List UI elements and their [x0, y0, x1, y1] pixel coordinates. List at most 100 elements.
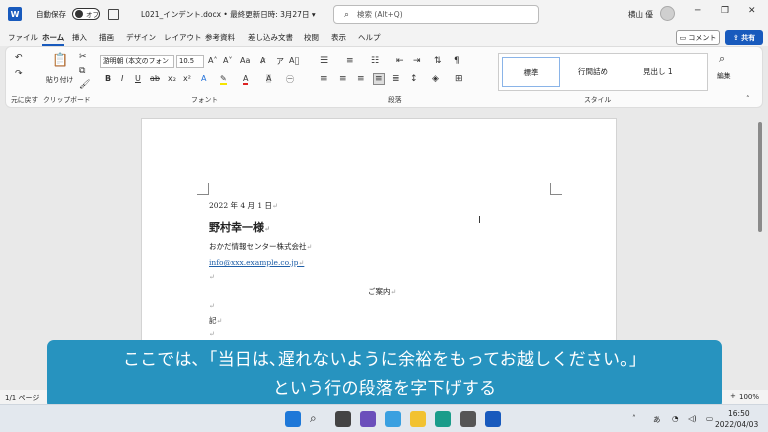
numbering-icon[interactable]: ≡: [346, 56, 354, 66]
save-icon[interactable]: [108, 8, 119, 20]
superscript-icon[interactable]: x²: [183, 74, 191, 83]
shading-icon[interactable]: ◈: [432, 74, 439, 84]
doc-title: ご案内↵: [368, 287, 397, 296]
align-left-icon[interactable]: ≡: [320, 74, 328, 84]
autosave-toggle[interactable]: オフ: [72, 8, 100, 20]
start-icon[interactable]: [285, 411, 301, 427]
italic-icon[interactable]: I: [121, 74, 123, 83]
char-border-icon[interactable]: A⃞: [289, 56, 299, 65]
avatar[interactable]: [660, 6, 675, 21]
bold-icon[interactable]: B: [105, 74, 111, 83]
margin-mark-right: [550, 183, 562, 195]
style-normal[interactable]: 標準: [502, 57, 560, 87]
paste-label[interactable]: 貼り付け: [46, 74, 73, 84]
tab-view[interactable]: 表示: [331, 32, 346, 43]
editing-label[interactable]: 編集: [717, 70, 731, 80]
style-no-spacing[interactable]: 行間詰め: [578, 66, 608, 77]
comment-icon: ▭: [679, 33, 689, 42]
user-name[interactable]: 横山 優: [628, 9, 653, 20]
change-case-icon[interactable]: Aa: [240, 56, 250, 65]
tab-references[interactable]: 参考資料: [205, 32, 235, 43]
find-icon[interactable]: ⌕: [719, 52, 725, 66]
borders-icon[interactable]: ⊞: [455, 74, 463, 84]
close-icon[interactable]: ✕: [748, 6, 756, 16]
tab-insert[interactable]: 挿入: [72, 32, 87, 43]
tab-design[interactable]: デザイン: [126, 32, 156, 43]
edge-icon[interactable]: [435, 411, 451, 427]
wifi-icon[interactable]: ◔: [672, 414, 679, 423]
style-gallery: 標準 行間詰め 見出し 1: [498, 53, 708, 91]
tab-help[interactable]: ヘルプ: [358, 32, 381, 43]
font-name-select[interactable]: 游明朝 (本文のフォン: [100, 55, 174, 68]
phonetic-guide-icon[interactable]: ア: [276, 56, 284, 67]
sort-icon[interactable]: ⇅: [434, 56, 442, 66]
line-spacing-icon[interactable]: ↕: [410, 74, 418, 84]
store-icon[interactable]: [460, 411, 476, 427]
copy-icon[interactable]: ⧉: [79, 66, 85, 76]
search-input[interactable]: ⌕ 検索 (Alt+Q): [333, 5, 539, 24]
underline-icon[interactable]: U: [135, 74, 141, 83]
word-taskbar-icon[interactable]: [485, 411, 501, 427]
increase-indent-icon[interactable]: ⇥: [413, 56, 421, 66]
format-painter-icon[interactable]: 🖌: [79, 80, 90, 90]
teams-icon[interactable]: [360, 411, 376, 427]
maximize-icon[interactable]: ❐: [721, 6, 729, 16]
redo-icon[interactable]: ↷: [15, 69, 23, 79]
tab-layout[interactable]: レイアウト: [164, 32, 202, 43]
widgets-icon[interactable]: [385, 411, 401, 427]
tab-mailings[interactable]: 差し込み文書: [248, 32, 293, 43]
justify-icon[interactable]: ≡: [373, 73, 385, 85]
show-marks-icon[interactable]: ¶: [454, 56, 460, 66]
clear-format-icon[interactable]: A̷: [260, 56, 265, 65]
align-center-icon[interactable]: ≡: [339, 74, 347, 84]
battery-icon[interactable]: ▭: [706, 414, 713, 423]
shrink-font-icon[interactable]: A˅: [223, 56, 232, 65]
tab-file[interactable]: ファイル: [8, 32, 38, 43]
tab-draw[interactable]: 描画: [99, 32, 114, 43]
grow-font-icon[interactable]: A˄: [208, 56, 217, 65]
multilevel-list-icon[interactable]: ☷: [371, 56, 379, 66]
zoom-in-icon[interactable]: +: [730, 392, 736, 400]
zoom-level[interactable]: 100%: [739, 393, 759, 401]
font-color-icon[interactable]: A: [243, 74, 249, 85]
clock-date[interactable]: 2022/04/03: [715, 420, 758, 429]
text-effects-icon[interactable]: A: [201, 74, 206, 83]
undo-icon[interactable]: ↶: [15, 53, 23, 63]
volume-icon[interactable]: ◁): [688, 414, 697, 423]
tab-home[interactable]: ホーム: [42, 32, 65, 46]
scrollbar-thumb[interactable]: [758, 122, 762, 232]
explorer-icon[interactable]: [410, 411, 426, 427]
strikethrough-icon[interactable]: ab: [150, 74, 160, 83]
highlight-icon[interactable]: ✎: [220, 74, 227, 85]
taskbar-search-icon[interactable]: ⌕: [310, 411, 326, 427]
document-title[interactable]: L021_インデント.docx • 最終更新日時: 3月27日 ▾: [141, 9, 316, 20]
doc-recipient: 野村幸一様↵: [209, 221, 270, 234]
ime-indicator[interactable]: あ: [653, 414, 661, 425]
bullets-icon[interactable]: ☰: [320, 56, 328, 66]
font-size-select[interactable]: 10.5: [176, 55, 204, 68]
page-count[interactable]: 1/1 ページ: [5, 393, 39, 403]
share-button[interactable]: ⇪ 共有: [725, 30, 763, 45]
tab-review[interactable]: 校閲: [304, 32, 319, 43]
distributed-icon[interactable]: ≣: [392, 74, 400, 84]
task-view-icon[interactable]: [335, 411, 351, 427]
margin-mark-left: [197, 183, 209, 195]
minimize-icon[interactable]: ─: [695, 6, 700, 16]
clipboard-group-label: クリップボード: [43, 96, 91, 104]
subscript-icon[interactable]: x₂: [168, 74, 176, 83]
align-right-icon[interactable]: ≡: [357, 74, 365, 84]
char-shading-icon[interactable]: A: [266, 74, 272, 83]
collapse-ribbon-icon[interactable]: ˄: [746, 95, 750, 103]
tray-chevron-icon[interactable]: ˄: [632, 414, 636, 423]
comment-button[interactable]: ▭ コメント: [676, 30, 720, 45]
paste-icon[interactable]: 📋: [52, 53, 68, 68]
enclose-char-icon[interactable]: ㊀: [286, 74, 294, 85]
style-heading-1[interactable]: 見出し 1: [643, 66, 673, 77]
cut-icon[interactable]: ✂: [79, 52, 87, 62]
doc-empty-line: ↵: [209, 330, 215, 338]
decrease-indent-icon[interactable]: ⇤: [396, 56, 404, 66]
doc-email-link[interactable]: info@xxx.example.co.jp↵: [209, 258, 304, 267]
share-label: 共有: [741, 33, 756, 42]
taskbar: ⌕ ˄ あ ◔ ◁) ▭ 16:50 2022/04/03: [0, 404, 768, 432]
clock-time[interactable]: 16:50: [728, 409, 750, 418]
